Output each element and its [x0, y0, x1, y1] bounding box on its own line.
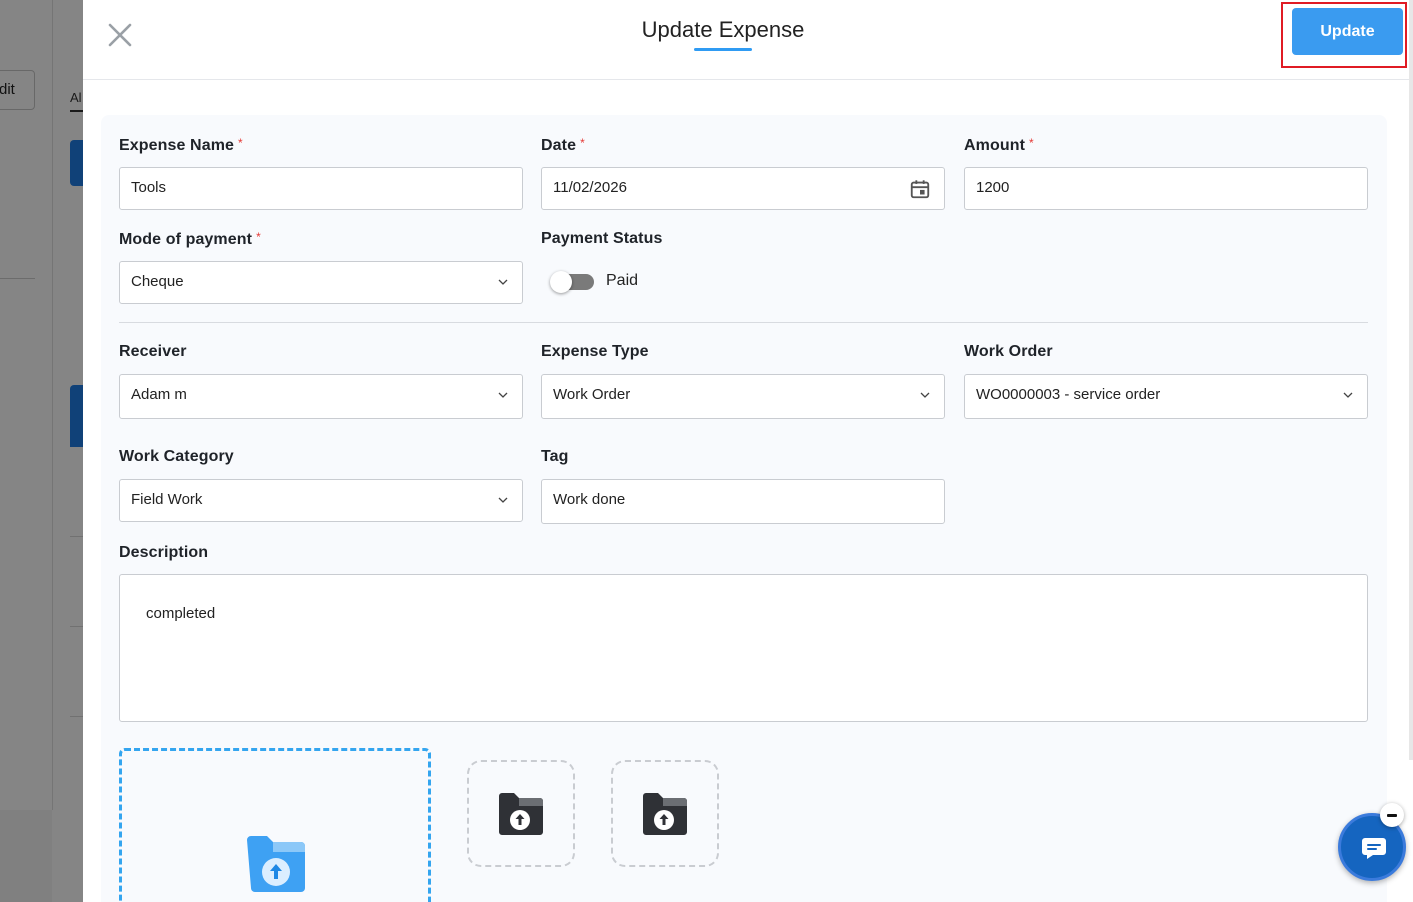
chevron-down-icon	[498, 497, 508, 503]
receiver-value: Adam m	[131, 386, 187, 403]
page-scrollbar[interactable]	[1409, 0, 1413, 760]
calendar-icon[interactable]	[909, 178, 931, 200]
upload-dropzone[interactable]	[119, 748, 431, 902]
tag-value: Work done	[553, 491, 626, 508]
date-field: Date * 11/02/2026	[541, 136, 945, 210]
description-textarea[interactable]: completed	[119, 574, 1368, 722]
tag-field: Tag Work done	[541, 448, 945, 524]
folder-upload-icon	[643, 793, 687, 835]
date-input[interactable]: 11/02/2026	[541, 167, 945, 210]
work-order-label: Work Order	[964, 343, 1053, 360]
date-value: 11/02/2026	[553, 179, 627, 196]
modal-title: Update Expense	[641, 17, 805, 42]
expense-name-value: Tools	[131, 179, 167, 196]
folder-upload-icon	[247, 836, 305, 892]
payment-status-label: Payment Status	[541, 230, 663, 247]
amount-input[interactable]: 1200	[964, 167, 1368, 210]
payment-status-field: Payment Status	[541, 230, 662, 248]
receiver-field: Receiver Adam m	[119, 343, 523, 419]
description-field: Description	[119, 544, 208, 562]
mode-of-payment-field: Mode of payment * Cheque	[119, 230, 523, 304]
chat-minimize-button[interactable]	[1380, 803, 1404, 827]
tag-input[interactable]: Work done	[541, 479, 945, 524]
expense-name-label: Expense Name	[119, 137, 235, 154]
chevron-down-icon	[498, 392, 508, 398]
expense-type-select[interactable]: Work Order	[541, 374, 945, 419]
work-category-label: Work Category	[119, 448, 234, 465]
description-label: Description	[119, 544, 209, 561]
payment-status-toggle[interactable]	[550, 271, 594, 293]
work-order-field: Work Order WO0000003 - service order	[964, 343, 1368, 419]
mode-of-payment-select[interactable]: Cheque	[119, 261, 523, 304]
title-underline	[694, 48, 752, 51]
chevron-down-icon	[920, 392, 930, 398]
work-order-select[interactable]: WO0000003 - service order	[964, 374, 1368, 419]
required-marker: *	[256, 230, 261, 244]
work-category-select[interactable]: Field Work	[119, 479, 523, 522]
work-order-value: WO0000003 - service order	[976, 386, 1161, 403]
tag-label: Tag	[541, 448, 569, 465]
expense-type-value: Work Order	[553, 386, 631, 403]
update-button[interactable]: Update	[1292, 8, 1403, 55]
section-divider	[119, 322, 1368, 323]
date-label: Date	[541, 137, 577, 154]
work-category-value: Field Work	[131, 491, 203, 508]
update-expense-modal: Update Expense Update Expense Name * Tool…	[83, 0, 1413, 902]
toggle-knob	[550, 271, 572, 293]
required-marker: *	[1029, 136, 1034, 150]
receiver-select[interactable]: Adam m	[119, 374, 523, 419]
mode-of-payment-label: Mode of payment	[119, 231, 253, 248]
amount-value: 1200	[976, 179, 1010, 196]
expense-name-field: Expense Name * Tools	[119, 136, 523, 210]
work-category-field: Work Category Field Work	[119, 448, 523, 522]
expense-type-field: Expense Type Work Order	[541, 343, 945, 419]
amount-label: Amount	[964, 137, 1026, 154]
chat-icon	[1362, 838, 1386, 859]
chevron-down-icon	[1343, 392, 1353, 398]
expense-type-label: Expense Type	[541, 343, 649, 360]
expense-name-input[interactable]: Tools	[119, 167, 523, 210]
amount-field: Amount * 1200	[964, 136, 1368, 210]
description-value: completed	[146, 605, 216, 622]
chevron-down-icon	[498, 279, 508, 285]
payment-status-toggle-label: Paid	[606, 272, 639, 289]
required-marker: *	[238, 136, 243, 150]
receiver-label: Receiver	[119, 343, 187, 360]
folder-upload-icon	[499, 793, 543, 835]
mode-of-payment-value: Cheque	[131, 273, 184, 290]
upload-slot-2[interactable]	[611, 760, 719, 867]
upload-slot-1[interactable]	[467, 760, 575, 867]
required-marker: *	[580, 136, 585, 150]
modal-header: Update Expense Update	[83, 0, 1413, 80]
